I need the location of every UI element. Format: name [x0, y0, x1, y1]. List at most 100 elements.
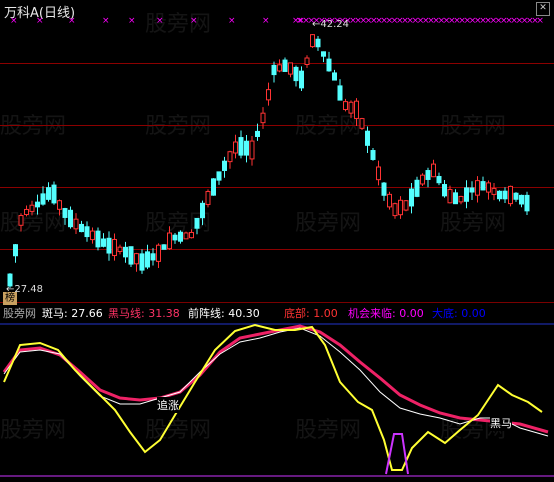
candle [128, 246, 134, 265]
high-price-label: ←42.24 [312, 19, 350, 30]
candle [502, 190, 508, 200]
candle [62, 208, 68, 218]
candle [18, 215, 24, 226]
signal-marker: × [68, 16, 76, 26]
candle [233, 141, 238, 154]
candle [205, 191, 211, 205]
signal-marker: × [228, 16, 236, 26]
dark-horse-annotation: 黑马 [490, 415, 512, 431]
candle [24, 208, 29, 216]
candle [365, 130, 370, 146]
candle [310, 34, 315, 48]
candle [211, 178, 216, 196]
candle [332, 72, 337, 81]
signal-marker: × [536, 16, 544, 26]
indicator-watermark: 股旁网 [3, 307, 36, 320]
kline-chart[interactable]: × × × × × × × × × ×××××××××××××××××××××××××××××××… [0, 0, 554, 482]
candle [381, 182, 387, 196]
candle [106, 237, 112, 254]
signal-marker: × [10, 16, 18, 26]
candle [139, 253, 145, 271]
candle [178, 231, 183, 242]
candle [101, 238, 106, 247]
candle [491, 187, 497, 195]
legend-item: 底部: 1.00 [284, 307, 338, 320]
candle [337, 85, 343, 101]
candle [425, 170, 431, 180]
candle [486, 182, 491, 193]
candle [200, 202, 205, 219]
candle [519, 194, 524, 205]
candle [293, 66, 299, 82]
candle [13, 244, 18, 257]
candle [216, 171, 222, 181]
candle [260, 112, 266, 124]
candle [79, 223, 84, 233]
candle [35, 201, 40, 208]
candle [321, 51, 326, 57]
candle [354, 100, 359, 119]
candle [90, 230, 95, 241]
signal-marker: × [102, 16, 110, 26]
candle [414, 179, 420, 197]
candle [464, 187, 469, 202]
candle [315, 38, 321, 48]
candle [227, 151, 233, 163]
candle [57, 200, 62, 210]
legend-item: 机会来临: 0.00 [348, 307, 424, 320]
candle [420, 174, 425, 185]
candle [222, 160, 227, 171]
candle [480, 181, 486, 191]
candle [370, 150, 376, 160]
candle [343, 101, 348, 111]
candle [29, 204, 35, 212]
candle [156, 244, 161, 262]
signal-marker: × [190, 16, 198, 26]
candle [282, 59, 288, 72]
candle [68, 209, 73, 228]
candle [150, 253, 156, 261]
candle [112, 238, 117, 257]
candle [475, 180, 480, 196]
candle [447, 189, 453, 204]
candle [304, 57, 310, 65]
candle [497, 190, 502, 200]
legend-item: 大底: 0.00 [432, 307, 486, 320]
signal-marker: × [156, 16, 164, 26]
candle [123, 246, 128, 258]
signal-marker: × [36, 16, 44, 26]
candle [40, 193, 46, 205]
legend-item: 斑马: 27.66 [42, 307, 103, 320]
candle [271, 64, 277, 76]
candle [134, 253, 139, 265]
candle [387, 193, 392, 208]
dark-horse-line [2, 324, 549, 434]
badge: 榜 [3, 292, 17, 305]
candle [359, 118, 365, 129]
candle [255, 130, 260, 137]
candle [442, 184, 447, 197]
candle [145, 251, 150, 268]
candle [409, 188, 414, 207]
signal-marker: × [128, 16, 136, 26]
candle [244, 140, 249, 156]
candle [348, 101, 354, 114]
chase-annotation: 追涨 [157, 397, 179, 413]
zebra-line [3, 323, 543, 471]
candle [84, 226, 90, 238]
candle [46, 187, 51, 200]
signal-markers: × × × × × × × × × ×××××××××××××××××××××××××××××××… [10, 16, 544, 26]
candle [172, 234, 178, 241]
signal-marker: × [262, 16, 270, 26]
candle [167, 232, 172, 250]
candle [431, 163, 436, 178]
opportunity-spike [385, 433, 409, 475]
candle [183, 232, 189, 240]
candle [326, 58, 332, 72]
candle [376, 166, 381, 181]
candle [469, 187, 475, 193]
candle [95, 230, 101, 248]
candle [117, 246, 123, 253]
candle [508, 185, 513, 205]
candle [392, 203, 398, 217]
